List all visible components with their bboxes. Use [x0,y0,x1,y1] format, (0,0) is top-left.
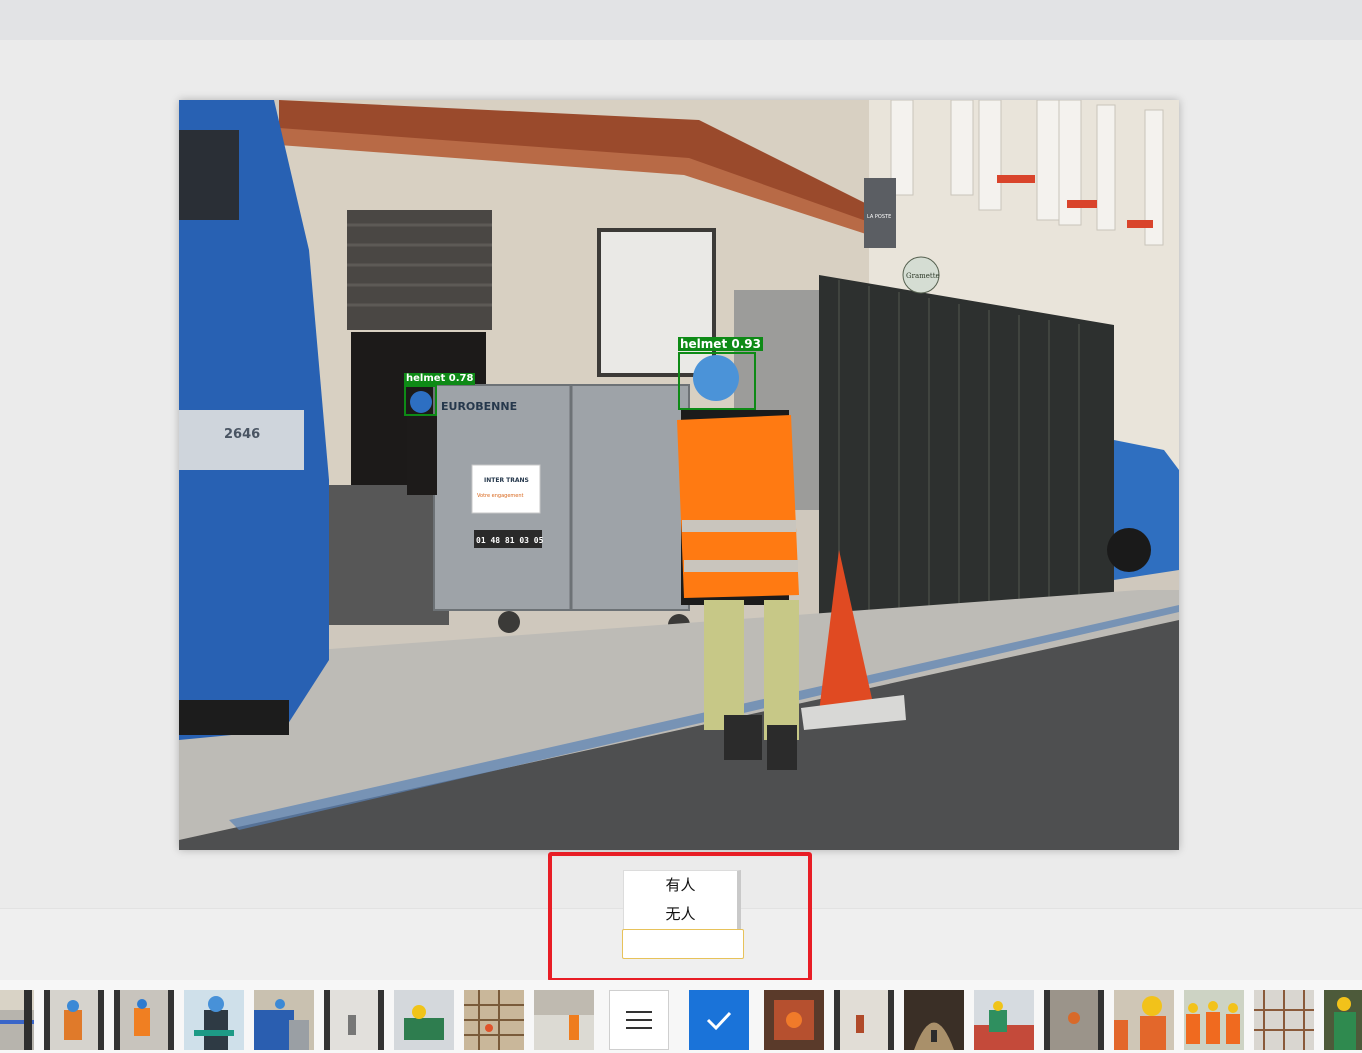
checkmark-icon [706,1011,732,1031]
helmet-detection-label: helmet 0.93 [678,337,763,351]
thumbnail[interactable] [394,990,454,1050]
thumbnail[interactable] [974,990,1034,1050]
confirm-button[interactable] [689,990,749,1050]
thumbnail[interactable] [1044,990,1104,1050]
main-photo: EUROBENNE INTER TRANS Votre engagement 0… [179,100,1179,850]
thumbnail[interactable] [184,990,244,1050]
option-has-person[interactable]: 有人 [624,871,737,900]
top-toolbar [0,0,1362,40]
thumbnail[interactable] [904,990,964,1050]
shop-sign-text: Gramette [906,272,940,280]
thumbnail-filmstrip [0,980,1362,1053]
street-scene-illustration: EUROBENNE INTER TRANS Votre engagement 0… [179,100,1179,850]
thumbnail[interactable] [1114,990,1174,1050]
thumbnail[interactable] [254,990,314,1050]
container-phone-text: 01 48 81 03 05 [476,536,544,545]
classification-input[interactable] [622,929,744,959]
thumbnail[interactable] [0,990,34,1050]
container-brand-text: EUROBENNE [441,400,517,413]
thumbnail[interactable] [1254,990,1314,1050]
helmet-detection-box [678,352,756,410]
thumbnail[interactable] [44,990,104,1050]
thumbnail[interactable] [1184,990,1244,1050]
option-no-person[interactable]: 无人 [624,900,737,929]
classification-options: 有人 无人 [623,870,741,929]
truck-model-text: 2646 [224,427,260,442]
helmet-detection-box [404,385,437,416]
post-sign-text: LA POSTE [867,214,891,220]
thumbnail[interactable] [114,990,174,1050]
thumbnail[interactable] [464,990,524,1050]
thumbnail[interactable] [534,990,594,1050]
thumbnail[interactable] [1324,990,1362,1050]
thumbnail[interactable] [324,990,384,1050]
thumbnail[interactable] [834,990,894,1050]
container-company-text: INTER TRANS [484,477,529,484]
helmet-detection-label: helmet 0.78 [404,373,476,385]
hamburger-menu-icon [626,1011,652,1029]
thumbnail[interactable] [764,990,824,1050]
container-tagline-text: Votre engagement [477,493,524,499]
menu-button[interactable] [609,990,669,1050]
